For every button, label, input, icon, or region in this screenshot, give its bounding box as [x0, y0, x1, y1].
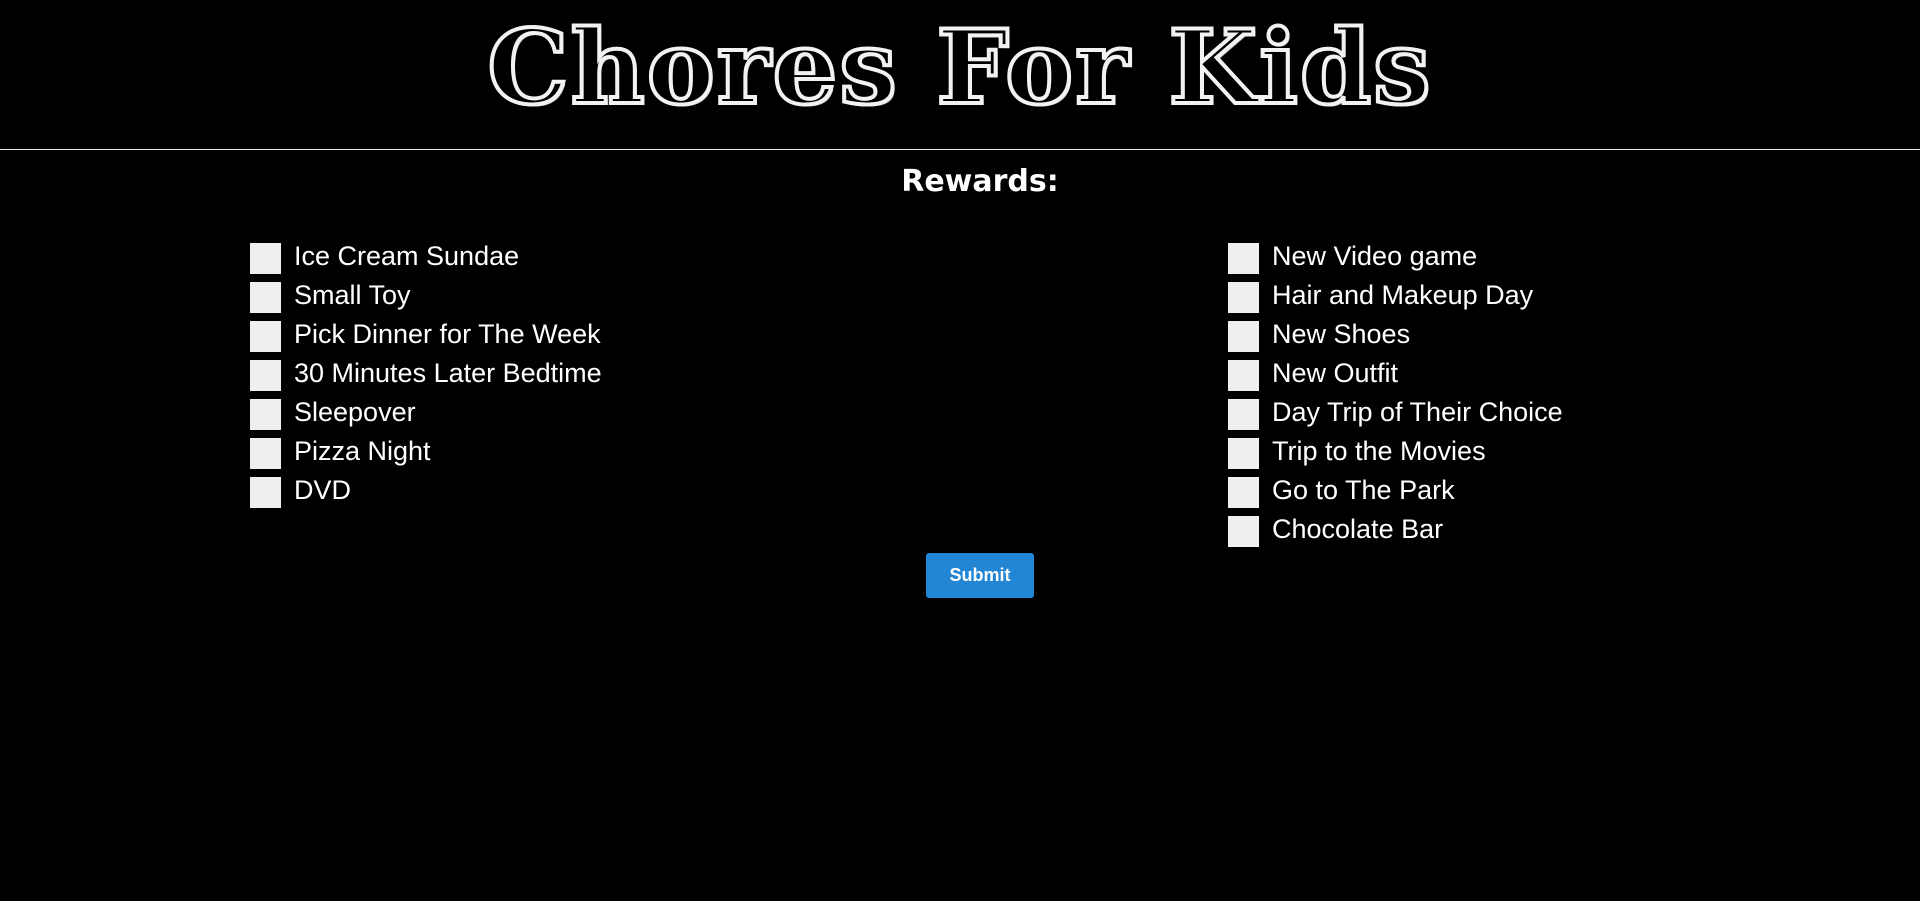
reward-checkbox[interactable] [1228, 516, 1259, 547]
reward-item[interactable]: Pick Dinner for The Week [250, 315, 602, 354]
reward-item[interactable]: Ice Cream Sundae [250, 237, 602, 276]
reward-label: New Video game [1272, 241, 1478, 271]
reward-checkbox[interactable] [1228, 243, 1259, 274]
reward-checkbox[interactable] [1228, 321, 1259, 352]
reward-checkbox[interactable] [250, 477, 281, 508]
reward-checkbox[interactable] [1228, 282, 1259, 313]
reward-item[interactable]: DVD [250, 471, 602, 510]
reward-item[interactable]: Chocolate Bar [1228, 510, 1563, 549]
reward-item[interactable]: Sleepover [250, 393, 602, 432]
reward-checkbox[interactable] [250, 399, 281, 430]
reward-label: Hair and Makeup Day [1272, 280, 1534, 310]
submit-button[interactable]: Submit [926, 553, 1034, 598]
reward-label: Trip to the Movies [1272, 436, 1486, 466]
reward-label: Pizza Night [294, 436, 431, 466]
reward-item[interactable]: Go to The Park [1228, 471, 1563, 510]
page-header: Chores For Kids [0, 0, 1920, 150]
reward-label: Chocolate Bar [1272, 514, 1444, 544]
reward-item[interactable]: New Outfit [1228, 354, 1563, 393]
reward-item[interactable]: Hair and Makeup Day [1228, 276, 1563, 315]
reward-label: 30 Minutes Later Bedtime [294, 358, 602, 388]
reward-item[interactable]: Day Trip of Their Choice [1228, 393, 1563, 432]
reward-label: Ice Cream Sundae [294, 241, 520, 271]
reward-checkbox[interactable] [250, 282, 281, 313]
reward-label: Small Toy [294, 280, 411, 310]
reward-item[interactable]: 30 Minutes Later Bedtime [250, 354, 602, 393]
rewards-heading: Rewards: [0, 162, 1920, 202]
reward-checkbox[interactable] [1228, 438, 1259, 469]
reward-checkbox[interactable] [1228, 477, 1259, 508]
reward-checkbox[interactable] [250, 438, 281, 469]
reward-item[interactable]: Small Toy [250, 276, 602, 315]
rewards-list-left: Ice Cream Sundae Small Toy Pick Dinner f… [250, 237, 602, 510]
reward-checkbox[interactable] [1228, 360, 1259, 391]
reward-label: Day Trip of Their Choice [1272, 397, 1563, 427]
reward-label: Pick Dinner for The Week [294, 319, 601, 349]
site-logo-title: Chores For Kids [485, 6, 1433, 130]
rewards-heading-text: Rewards: [901, 164, 1059, 199]
reward-item[interactable]: Trip to the Movies [1228, 432, 1563, 471]
reward-checkbox[interactable] [250, 243, 281, 274]
reward-checkbox[interactable] [250, 321, 281, 352]
reward-checkbox[interactable] [250, 360, 281, 391]
reward-item[interactable]: New Shoes [1228, 315, 1563, 354]
reward-label: Sleepover [294, 397, 416, 427]
reward-item[interactable]: Pizza Night [250, 432, 602, 471]
reward-checkbox[interactable] [1228, 399, 1259, 430]
reward-label: Go to The Park [1272, 475, 1455, 505]
rewards-list-right: New Video game Hair and Makeup Day New S… [1228, 237, 1563, 549]
reward-item[interactable]: New Video game [1228, 237, 1563, 276]
reward-label: New Shoes [1272, 319, 1411, 349]
reward-label: DVD [294, 475, 352, 505]
reward-label: New Outfit [1272, 358, 1399, 388]
